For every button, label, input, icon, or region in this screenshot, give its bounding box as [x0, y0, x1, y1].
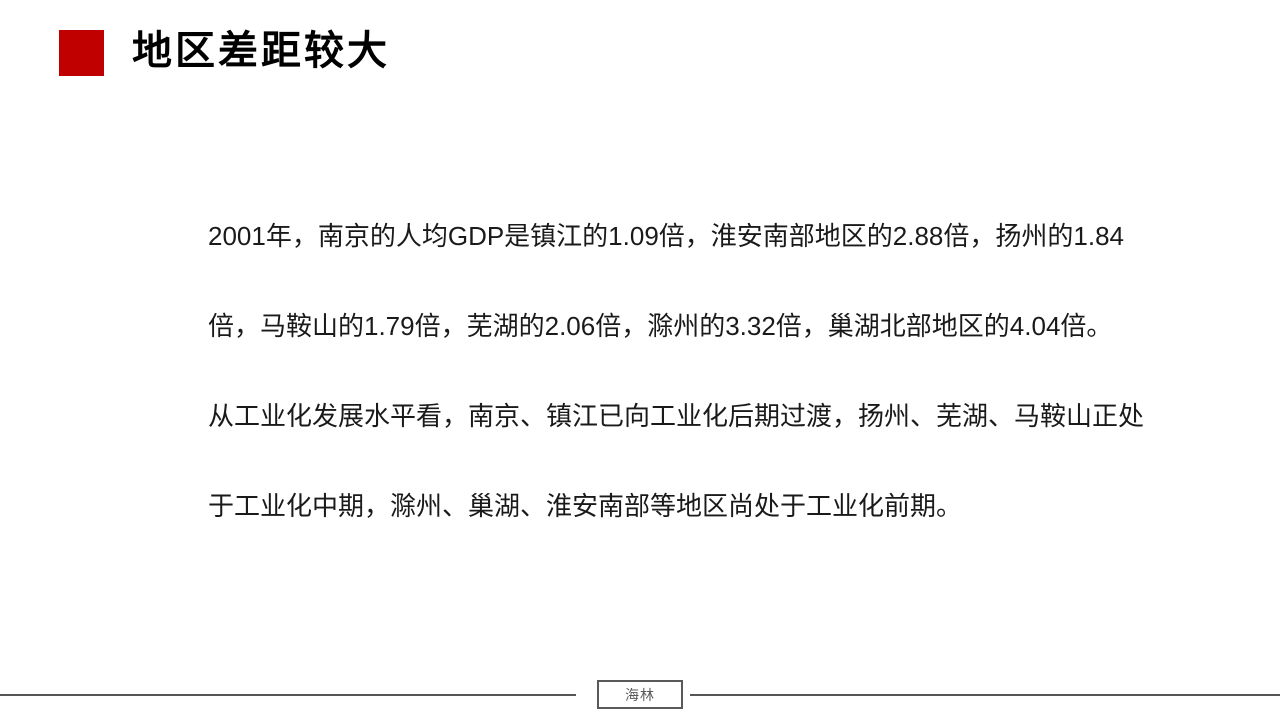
footer-divider-right — [690, 694, 1280, 696]
footer-divider-left — [0, 694, 576, 696]
body-line-4: 于工业化中期，滁州、巢湖、淮安南部等地区尚处于工业化前期。 — [208, 461, 1118, 551]
title-accent-square — [59, 30, 104, 76]
body-line-2: 倍，马鞍山的1.79倍，芜湖的2.06倍，滁州的3.32倍，巢湖北部地区的4.0… — [208, 281, 1118, 371]
presentation-slide: 地区差距较大 2001年，南京的人均GDP是镇江的1.09倍，淮安南部地区的2.… — [0, 0, 1280, 720]
body-text-block: 2001年，南京的人均GDP是镇江的1.09倍，淮安南部地区的2.88倍，扬州的… — [208, 191, 1118, 551]
body-line-3: 从工业化发展水平看，南京、镇江已向工业化后期过渡，扬州、芜湖、马鞍山正处 — [208, 371, 1118, 461]
page-title: 地区差距较大 — [132, 26, 390, 76]
footer-author-box: 海林 — [597, 680, 683, 709]
footer-author-label: 海林 — [625, 685, 655, 705]
body-line-1: 2001年，南京的人均GDP是镇江的1.09倍，淮安南部地区的2.88倍，扬州的… — [208, 191, 1118, 281]
